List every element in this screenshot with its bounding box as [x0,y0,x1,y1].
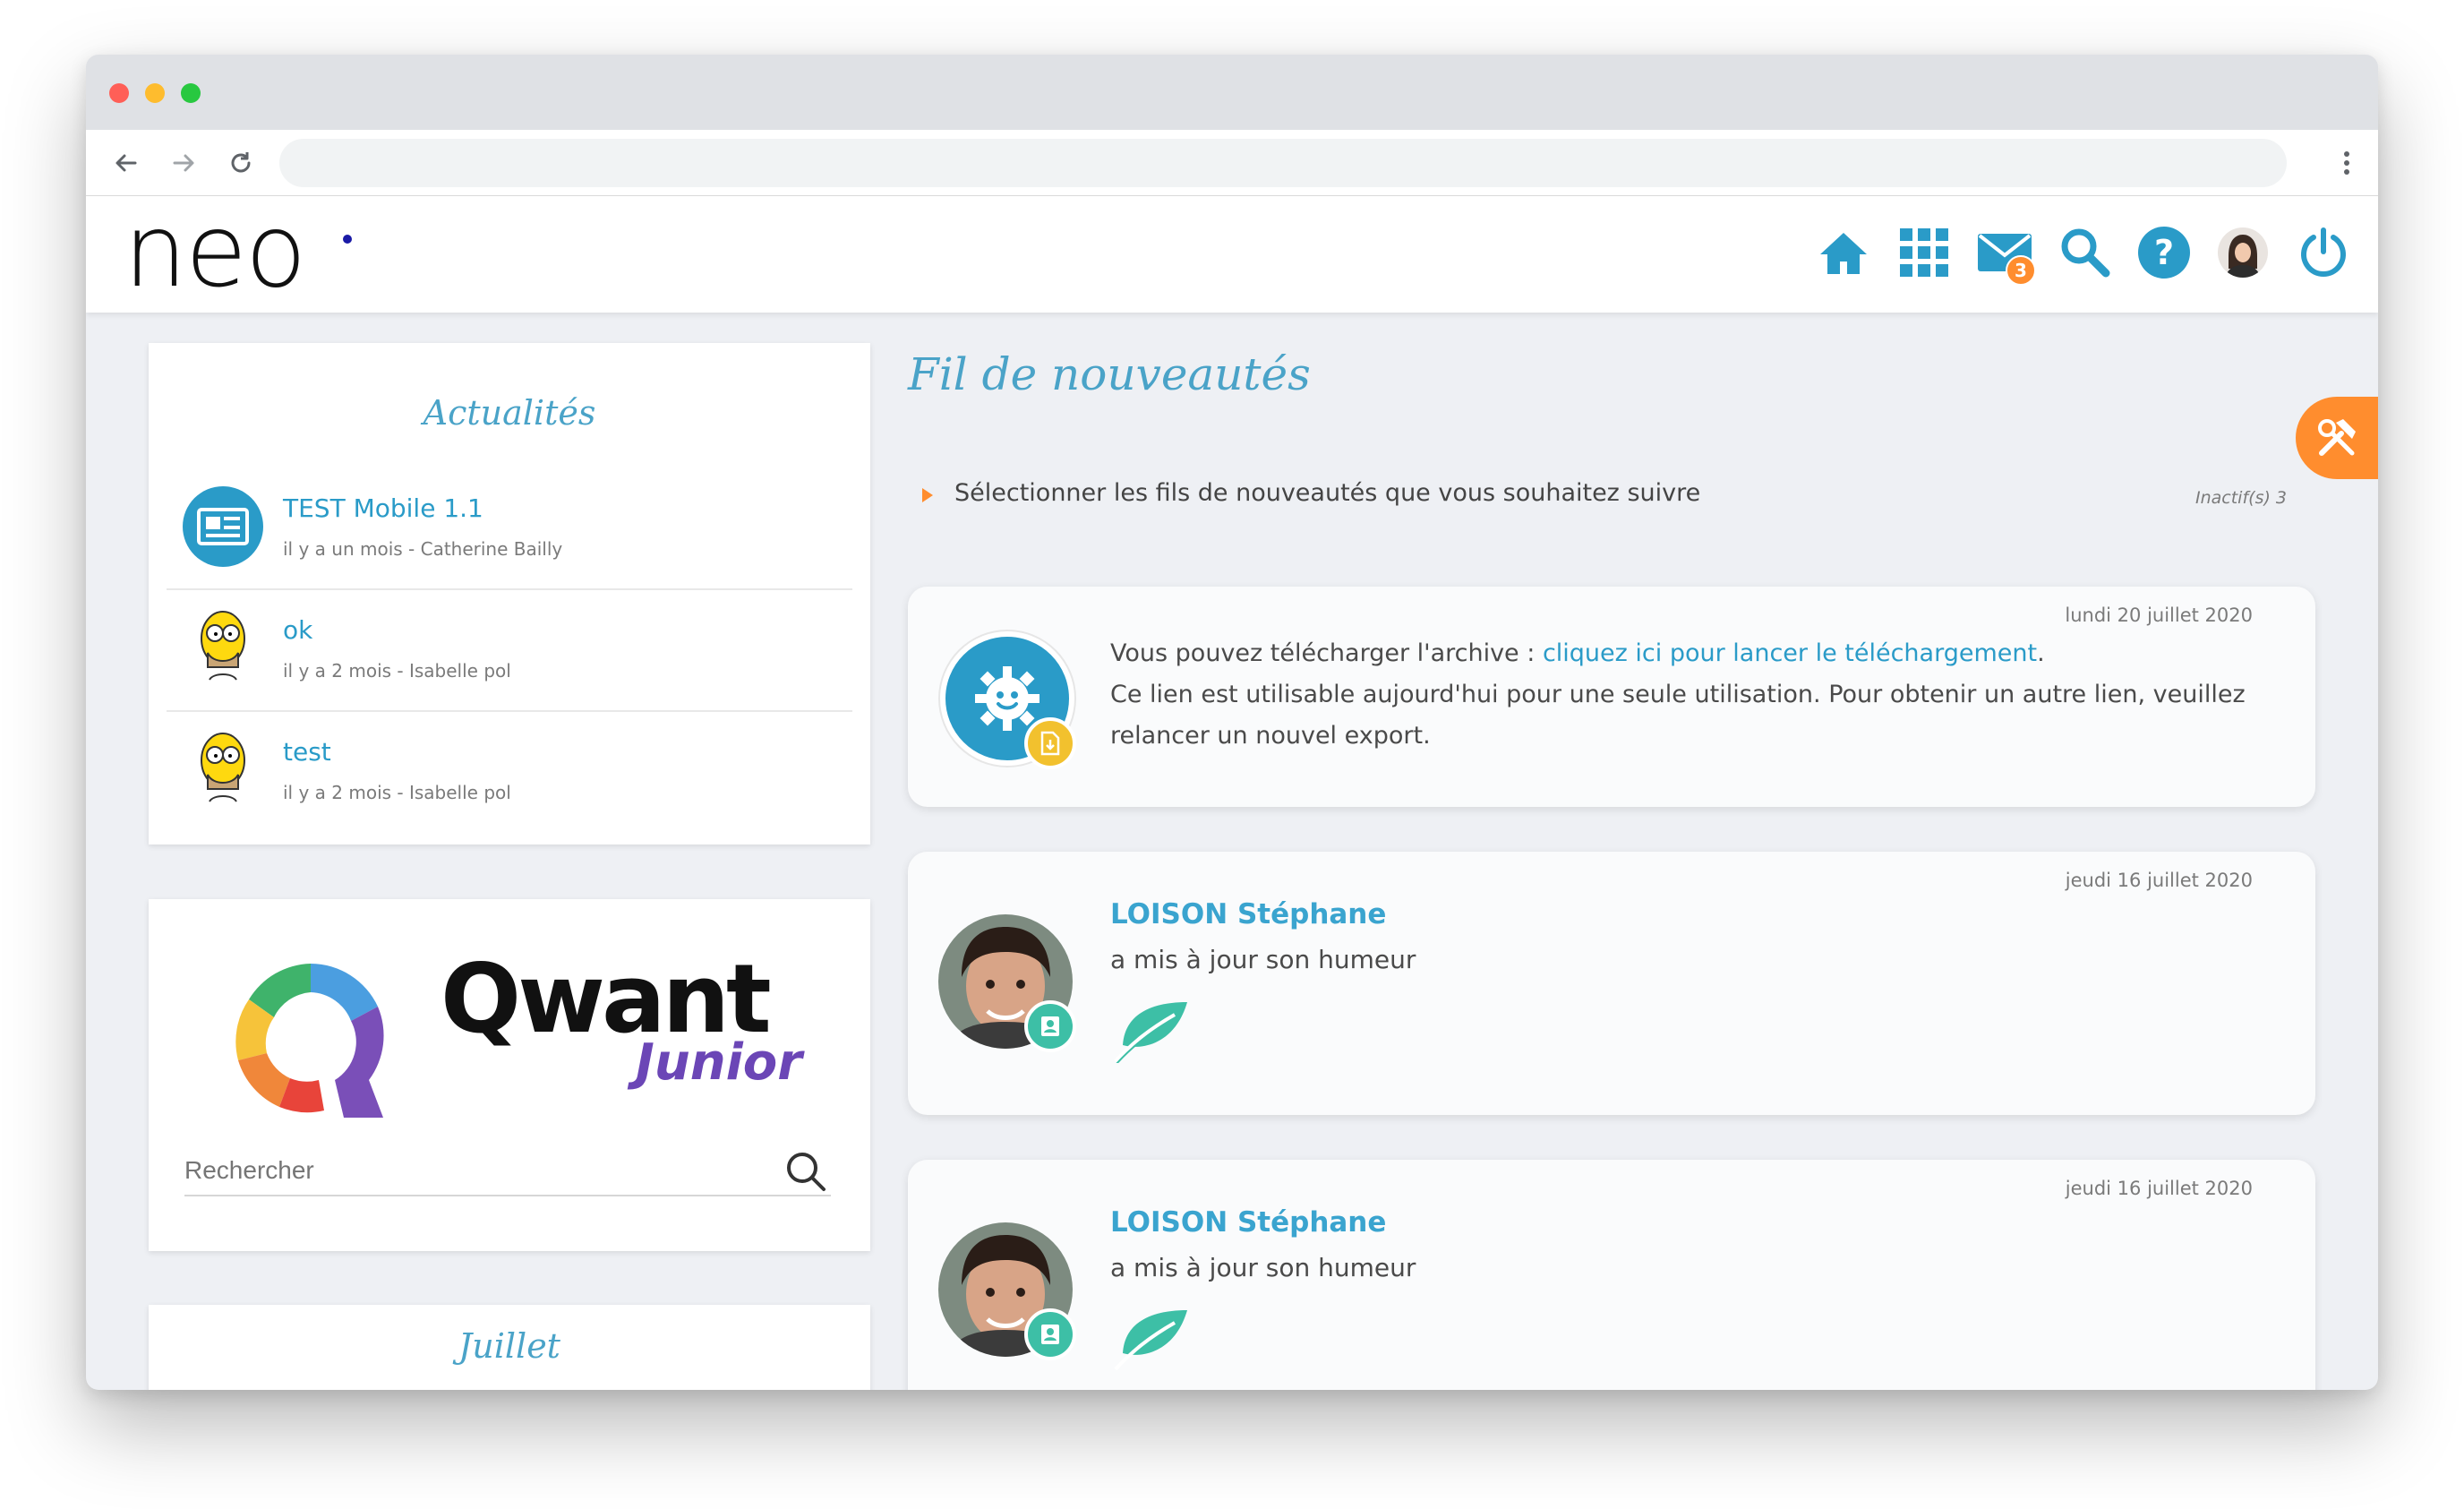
qwant-q-logo [226,953,396,1127]
homer-avatar [192,606,254,687]
news-item-meta: il y a un mois - Catherine Bailly [283,538,563,560]
power-icon[interactable] [2294,223,2353,282]
feed-entry-date: jeudi 16 juillet 2020 [2065,870,2253,891]
tools-icon[interactable] [2296,397,2378,479]
news-widget: Actualités TEST Mobile 1.1 il y a un moi… [149,343,870,845]
news-item-meta: il y a 2 mois - Isabelle pol [283,782,511,803]
apps-icon[interactable] [1895,223,1954,282]
reload-icon[interactable] [224,146,258,180]
news-item-title[interactable]: TEST Mobile 1.1 [283,493,483,523]
browser-toolbar [86,130,2378,196]
close-window-button[interactable] [109,83,129,103]
inactive-count: Inactif(s) 3 [2195,488,2288,508]
feed-filter-toggle[interactable]: Sélectionner les fils de nouveautés que … [954,479,1700,507]
news-item-title[interactable]: ok [283,615,312,645]
neo-logo[interactable]: neo [124,193,365,310]
contact-card-icon [1024,1308,1076,1360]
homer-avatar [192,728,254,809]
minimize-window-button[interactable] [145,83,165,103]
feed-title: Fil de nouveautés [908,348,1311,400]
leaf-icon [1112,999,1191,1067]
avatar[interactable] [2213,223,2272,282]
kebab-icon[interactable] [2342,148,2351,178]
qwant-sub-brand: Junior [636,1033,802,1092]
qwant-search-input[interactable] [184,1146,831,1196]
news-item[interactable]: test il y a 2 mois - Isabelle pol [167,712,852,832]
title-bar [86,55,2378,130]
calendar-widget: Juillet [149,1305,870,1390]
svg-text:?: ? [2154,233,2174,272]
news-item[interactable]: ok il y a 2 mois - Isabelle pol [167,590,852,710]
leaf-icon [1112,1307,1191,1375]
search-icon[interactable] [784,1150,827,1196]
qwant-junior-widget: Qwant Junior [149,899,870,1251]
mail-count-badge: 3 [2006,255,2036,286]
mail-icon[interactable]: 3 [1975,223,2036,286]
calendar-title: Juillet [458,1326,560,1366]
caret-right-icon [922,488,933,502]
feed-text-line: relancer un nouvel export. [1110,722,1431,750]
feed-entry-author[interactable]: LOISON Stéphane [1110,898,1386,930]
news-item-title[interactable]: test [283,737,331,767]
feed-entry: jeudi 16 juillet 2020 LOISON Stéphane a … [908,852,2315,1115]
maximize-window-button[interactable] [181,83,201,103]
feed-entry-action: a mis à jour son humeur [1110,945,1416,974]
feed-entry-author[interactable]: LOISON Stéphane [1110,1206,1386,1239]
feed-text-suffix: . [2037,639,2045,667]
contact-card-icon [1024,1000,1076,1052]
newspaper-icon [183,486,263,567]
browser-window: neo 3 ? Actualités TEST Mobile 1.1 il y … [86,55,2378,1390]
home-icon[interactable] [1814,223,1873,282]
address-bar[interactable] [279,139,2287,187]
news-item-meta: il y a 2 mois - Isabelle pol [283,660,511,682]
help-icon[interactable]: ? [2135,223,2194,282]
feed-entry: lundi 20 juillet 2020 Vous pouvez téléch… [908,587,2315,807]
feed-entry-date: jeudi 16 juillet 2020 [2065,1178,2253,1199]
feed-text-line: Ce lien est utilisable aujourd'hui pour … [1110,681,2246,708]
forward-icon[interactable] [167,146,201,180]
feed-text-prefix: Vous pouvez télécharger l'archive : [1110,639,1543,667]
download-file-icon [1024,717,1076,769]
feed-entry: jeudi 16 juillet 2020 LOISON Stéphane a … [908,1160,2315,1390]
feed-entry-action: a mis à jour son humeur [1110,1253,1416,1282]
app-header: neo 3 ? [86,193,2378,313]
feed-entry-text: Vous pouvez télécharger l'archive : cliq… [1110,633,2246,757]
news-title: Actualités [423,393,596,433]
back-icon[interactable] [109,146,143,180]
svg-text:neo: neo [124,212,304,302]
feed-entry-date: lundi 20 juillet 2020 [2065,604,2253,626]
news-item[interactable]: TEST Mobile 1.1 il y a un mois - Catheri… [167,468,852,588]
search-icon[interactable] [2056,223,2115,282]
download-link[interactable]: cliquez ici pour lancer le téléchargemen… [1543,639,2037,667]
